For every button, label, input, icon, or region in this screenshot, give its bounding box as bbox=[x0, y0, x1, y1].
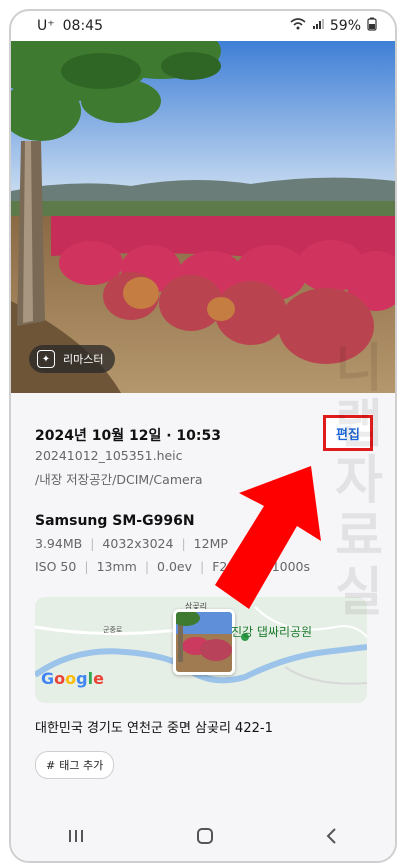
divider: | bbox=[144, 559, 150, 574]
wifi-icon bbox=[290, 18, 306, 34]
focal-length: 13mm bbox=[96, 559, 137, 574]
file-name: 20241012_105351.heic bbox=[35, 448, 183, 463]
google-logo: Google bbox=[41, 669, 104, 688]
iso: ISO 50 bbox=[35, 559, 77, 574]
status-time: 08:45 bbox=[62, 18, 103, 34]
details-panel: 2024년 10월 12일 · 10:53 편집 20241012_105351… bbox=[11, 393, 395, 861]
back-icon[interactable] bbox=[325, 827, 339, 849]
battery-label: 59% bbox=[329, 18, 361, 34]
remaster-label: 리마스터 bbox=[63, 353, 104, 366]
divider: | bbox=[84, 559, 89, 574]
divider: | bbox=[200, 559, 205, 574]
device-model: Samsung SM-G996N bbox=[35, 513, 195, 529]
aperture: F2.2 bbox=[212, 559, 240, 574]
remaster-button[interactable]: ✦ 리마스터 bbox=[29, 345, 116, 373]
recent-apps-icon[interactable] bbox=[67, 828, 85, 848]
spec-row: ISO 50 | 13mm | 0.0ev | F2.2 | 1/1000s bbox=[35, 559, 310, 574]
hash-icon: # bbox=[46, 758, 56, 772]
file-path: /내장 저장공간/DCIM/Camera bbox=[35, 472, 203, 487]
divider: | bbox=[181, 536, 186, 551]
carrier-label: U⁺ bbox=[37, 18, 55, 34]
divider: | bbox=[90, 536, 95, 551]
spec-row: 3.94MB | 4032x3024 | 12MP bbox=[35, 536, 228, 551]
battery-icon bbox=[367, 17, 377, 35]
shutter-speed: 1/1000s bbox=[259, 559, 311, 574]
map-photo-thumbnail bbox=[173, 609, 235, 675]
map-road-label: 군중로 bbox=[103, 626, 123, 634]
photo-datetime: 2024년 10월 12일 · 10:53 bbox=[35, 428, 221, 444]
add-tag-button[interactable]: # 태그 추가 bbox=[35, 751, 115, 779]
location-map[interactable]: 삼곶리 군중로 진강 댑싸리공원 Google bbox=[35, 597, 367, 703]
resolution: 4032x3024 bbox=[102, 536, 174, 551]
location-address: 대한민국 경기도 연천군 중면 삼곶리 422-1 bbox=[35, 721, 273, 736]
sparkle-icon: ✦ bbox=[37, 350, 55, 368]
file-size: 3.94MB bbox=[35, 536, 83, 551]
add-tag-label: 태그 추가 bbox=[59, 759, 104, 772]
map-place-label: 진강 댑싸리공원 bbox=[231, 625, 313, 639]
photo-view[interactable]: ✦ 리마스터 bbox=[11, 41, 395, 393]
signal-icon bbox=[312, 18, 324, 34]
divider: | bbox=[247, 559, 252, 574]
navigation-bar bbox=[11, 815, 395, 861]
phone-frame: U⁺ 08:45 59% ✦ 리마스터 2024년 10월 12일 · 10:5… bbox=[9, 9, 397, 863]
megapixels: 12MP bbox=[193, 536, 228, 551]
status-bar: U⁺ 08:45 59% bbox=[11, 11, 395, 41]
home-icon[interactable] bbox=[196, 827, 214, 849]
edit-button[interactable]: 편집 bbox=[323, 415, 373, 451]
exposure-value: 0.0ev bbox=[157, 559, 193, 574]
